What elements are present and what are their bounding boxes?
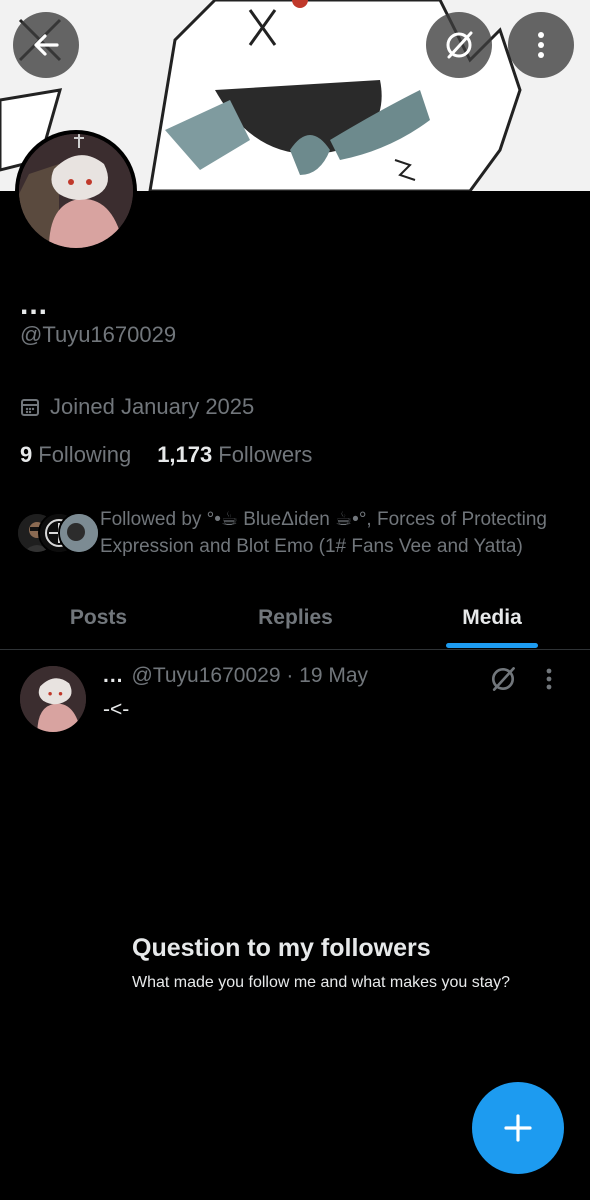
joined-date-text: Joined January 2025 [50,394,255,419]
more-vertical-icon [538,32,544,58]
calendar-icon [21,399,39,416]
profile-avatar-image [19,134,133,248]
grok-slash-icon [446,31,473,59]
grok-button[interactable] [426,12,492,78]
follow-counts: 9 Following 1,173 Followers [20,442,312,468]
arrow-left-icon [34,34,59,56]
following-link[interactable]: 9 Following [20,442,131,468]
active-tab-indicator [446,643,538,648]
compose-button[interactable] [472,1082,564,1174]
post-grok-button[interactable] [488,664,518,699]
profile-handle: @Tuyu1670029 [20,322,177,347]
profile-tabs: Posts Replies Media [0,588,590,650]
post-meta: @Tuyu1670029 · 19 May [131,664,369,687]
more-options-button[interactable] [508,12,574,78]
profile-display-name: ... [20,288,49,321]
tab-replies[interactable]: Replies [197,588,394,648]
more-vertical-icon [546,668,552,690]
profile-avatar[interactable] [15,130,137,252]
followers-label: Followers [218,442,313,467]
post-image-body: What made you follow me and what makes y… [132,974,510,991]
plus-icon [504,1114,532,1142]
post-author-name[interactable]: ... [103,664,124,688]
followers-count: 1,173 [157,442,213,467]
followers-link[interactable]: 1,173 Followers [157,442,312,468]
grok-slash-icon [491,667,515,691]
following-label: Following [38,442,132,467]
followed-by-text: Followed by °•☕ BlueΔiden ☕•°, Forces of… [100,509,548,557]
post-text: -<- [103,698,130,721]
post-image-title: Question to my followers [132,934,431,962]
following-count: 9 [20,442,33,467]
follower-avatar [58,512,100,554]
tab-posts[interactable]: Posts [0,588,197,648]
tab-media[interactable]: Media [394,588,590,648]
joined-date: Joined January 2025 [20,394,254,420]
post-header: ... @Tuyu1670029 · 19 May [103,664,368,688]
post-more-button[interactable] [545,666,553,697]
followed-by-avatars [16,512,100,554]
post-avatar[interactable] [20,666,86,732]
back-button[interactable] [13,12,79,78]
